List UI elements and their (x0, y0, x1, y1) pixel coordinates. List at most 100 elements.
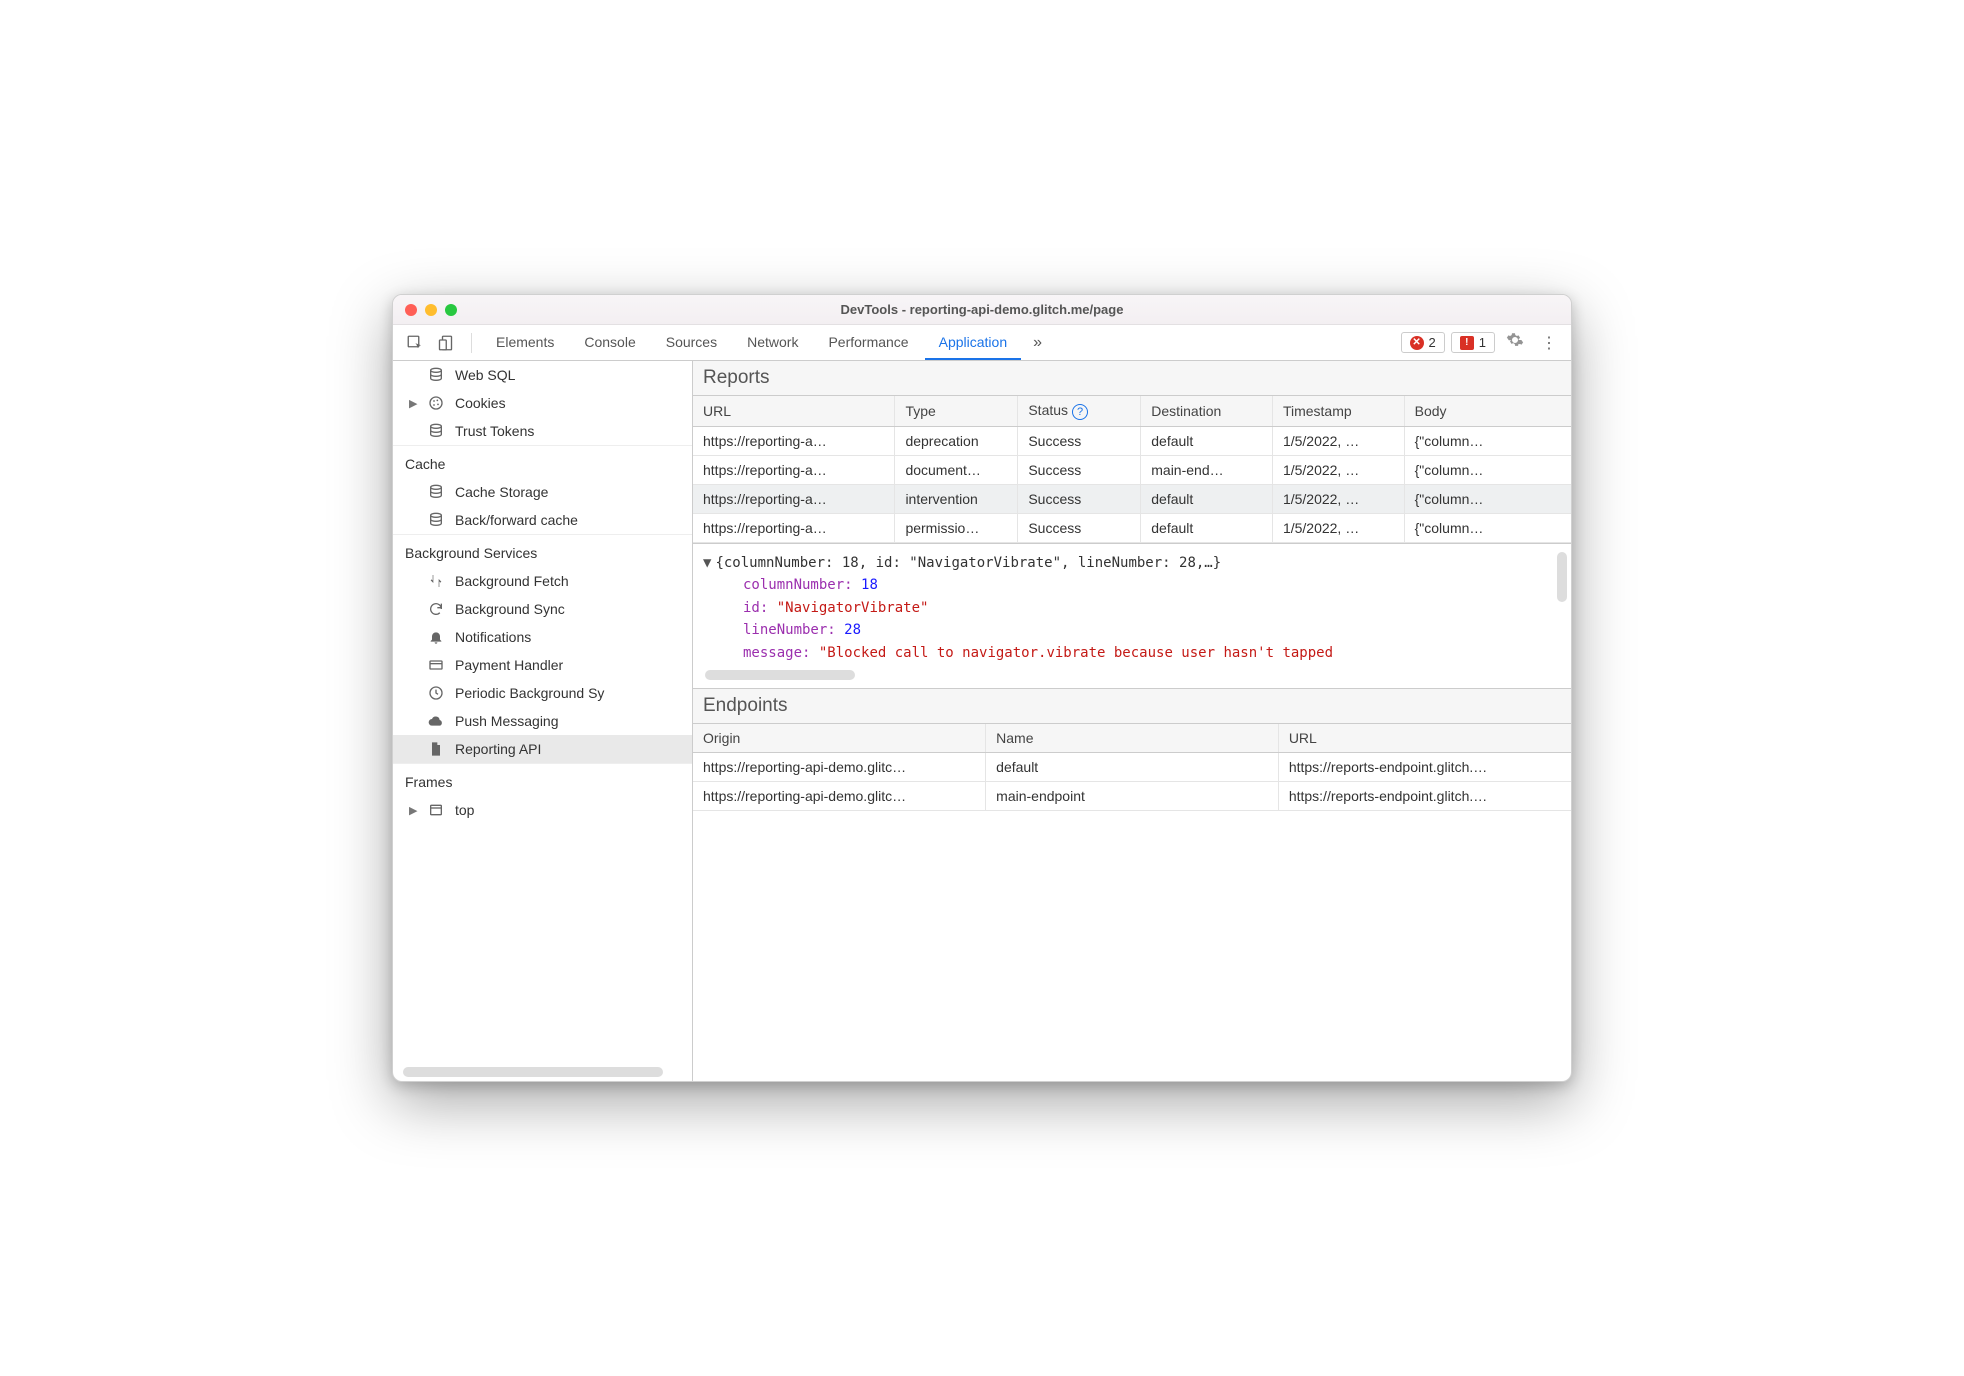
sidebar-item-cookies[interactable]: ▶ Cookies (393, 389, 692, 417)
col-timestamp[interactable]: Timestamp (1272, 396, 1404, 427)
col-destination[interactable]: Destination (1141, 396, 1273, 427)
tab-elements[interactable]: Elements (482, 325, 568, 360)
zoom-window-button[interactable] (445, 304, 457, 316)
minimize-window-button[interactable] (425, 304, 437, 316)
expand-caret-icon[interactable]: ▶ (409, 397, 417, 410)
sidebar-item-bg-fetch[interactable]: Background Fetch (393, 567, 692, 595)
sidebar-group-frames: Frames (393, 764, 692, 796)
issues-badge[interactable]: ! 1 (1451, 332, 1495, 353)
sidebar-item-bg-sync[interactable]: Background Sync (393, 595, 692, 623)
col-url[interactable]: URL (693, 396, 895, 427)
detail-summary[interactable]: ▼{columnNumber: 18, id: "NavigatorVibrat… (703, 552, 1561, 574)
panel-tabs: Elements Console Sources Network Perform… (482, 325, 1021, 360)
database-icon (427, 484, 445, 500)
sidebar-item-push[interactable]: Push Messaging (393, 707, 692, 735)
tab-application[interactable]: Application (925, 325, 1022, 360)
sidebar-label: Background Sync (455, 601, 565, 617)
titlebar: DevTools - reporting-api-demo.glitch.me/… (393, 295, 1571, 325)
sidebar-label: top (455, 802, 474, 818)
database-icon (427, 367, 445, 383)
errors-count: 2 (1429, 335, 1436, 350)
detail-h-scrollbar[interactable] (705, 670, 855, 680)
table-row[interactable]: https://reporting-a…deprecationSuccessde… (693, 427, 1571, 456)
endpoints-section: Endpoints Origin Name URL https://report… (693, 689, 1571, 1081)
col-type[interactable]: Type (895, 396, 1018, 427)
col-origin[interactable]: Origin (693, 724, 986, 753)
reports-title: Reports (693, 361, 1571, 396)
col-url[interactable]: URL (1278, 724, 1571, 753)
detail-prop: lineNumber: 28 (703, 619, 1561, 641)
error-icon: ✕ (1410, 336, 1424, 350)
sidebar-label: Background Fetch (455, 573, 569, 589)
table-row[interactable]: https://reporting-api-demo.glitc…main-en… (693, 781, 1571, 810)
tab-performance[interactable]: Performance (814, 325, 922, 360)
sidebar-label: Back/forward cache (455, 512, 578, 528)
sidebar-label: Notifications (455, 629, 531, 645)
tab-network[interactable]: Network (733, 325, 812, 360)
cookie-icon (427, 395, 445, 411)
sidebar-h-scrollbar[interactable] (403, 1067, 663, 1077)
issues-count: 1 (1479, 335, 1486, 350)
table-header-row: URL Type Status? Destination Timestamp B… (693, 396, 1571, 427)
settings-icon[interactable] (1501, 331, 1529, 354)
col-name[interactable]: Name (986, 724, 1279, 753)
table-row[interactable]: https://reporting-a…permissio…Successdef… (693, 514, 1571, 543)
sidebar-label: Cookies (455, 395, 506, 411)
content-pane: Reports URL Type Status? Destination Tim… (693, 361, 1571, 1081)
table-header-row: Origin Name URL (693, 724, 1571, 753)
close-window-button[interactable] (405, 304, 417, 316)
transfer-icon (427, 573, 445, 589)
sidebar-item-periodic-sync[interactable]: Periodic Background Sy (393, 679, 692, 707)
table-row[interactable]: https://reporting-a…document…Successmain… (693, 456, 1571, 485)
table-row[interactable]: https://reporting-a…interventionSuccessd… (693, 485, 1571, 514)
document-icon (427, 741, 445, 757)
frame-icon (427, 802, 445, 818)
expand-caret-icon[interactable]: ▶ (409, 804, 417, 817)
tab-console[interactable]: Console (570, 325, 649, 360)
bell-icon (427, 629, 445, 645)
sidebar-item-payment[interactable]: Payment Handler (393, 651, 692, 679)
sidebar-label: Reporting API (455, 741, 541, 757)
table-row[interactable]: https://reporting-api-demo.glitc…default… (693, 752, 1571, 781)
window-title: DevTools - reporting-api-demo.glitch.me/… (393, 302, 1571, 317)
sidebar-item-reporting-api[interactable]: Reporting API (393, 735, 692, 763)
application-sidebar: Web SQL ▶ Cookies Trust Tokens Cache (393, 361, 693, 1081)
main-pane: Web SQL ▶ Cookies Trust Tokens Cache (393, 361, 1571, 1081)
errors-badge[interactable]: ✕ 2 (1401, 332, 1445, 353)
card-icon (427, 657, 445, 673)
inspect-element-icon[interactable] (401, 329, 429, 357)
detail-v-scrollbar[interactable] (1557, 552, 1567, 602)
collapse-caret-icon[interactable]: ▼ (703, 555, 711, 571)
issue-icon: ! (1460, 336, 1474, 350)
endpoints-title: Endpoints (693, 689, 1571, 724)
reports-table: URL Type Status? Destination Timestamp B… (693, 396, 1571, 543)
sidebar-label: Push Messaging (455, 713, 559, 729)
sidebar-label: Payment Handler (455, 657, 563, 673)
sidebar-item-notifications[interactable]: Notifications (393, 623, 692, 651)
cloud-icon (427, 713, 445, 729)
sidebar-item-web-sql[interactable]: Web SQL (393, 361, 692, 389)
sidebar-item-cache-storage[interactable]: Cache Storage (393, 478, 692, 506)
help-icon[interactable]: ? (1072, 404, 1088, 420)
col-status[interactable]: Status? (1018, 396, 1141, 427)
sidebar-label: Cache Storage (455, 484, 548, 500)
more-tabs-button[interactable]: » (1025, 334, 1050, 352)
more-options-icon[interactable]: ⋮ (1535, 333, 1563, 353)
detail-prop: id: "NavigatorVibrate" (703, 597, 1561, 619)
sidebar-item-frame-top[interactable]: ▶ top (393, 796, 692, 824)
sidebar-label: Web SQL (455, 367, 515, 383)
col-body[interactable]: Body (1404, 396, 1571, 427)
database-icon (427, 512, 445, 528)
sidebar-item-trust-tokens[interactable]: Trust Tokens (393, 417, 692, 445)
sidebar-item-bf-cache[interactable]: Back/forward cache (393, 506, 692, 534)
traffic-lights (405, 304, 457, 316)
toolbar: Elements Console Sources Network Perform… (393, 325, 1571, 361)
clock-icon (427, 685, 445, 701)
tab-sources[interactable]: Sources (652, 325, 731, 360)
detail-prop: columnNumber: 18 (703, 574, 1561, 596)
devtools-window: DevTools - reporting-api-demo.glitch.me/… (392, 294, 1572, 1082)
sync-icon (427, 601, 445, 617)
sidebar-label: Trust Tokens (455, 423, 534, 439)
separator (471, 333, 472, 353)
device-toolbar-icon[interactable] (433, 329, 461, 357)
